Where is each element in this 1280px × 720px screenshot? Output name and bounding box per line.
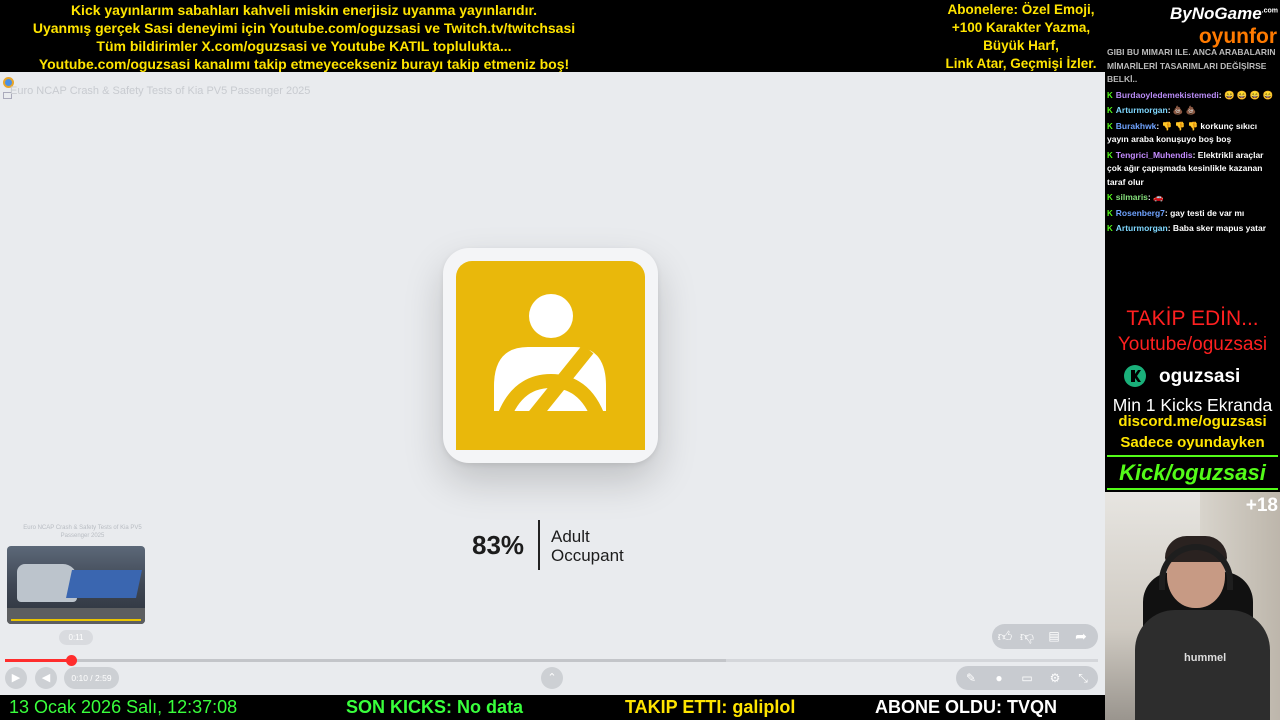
chat-message: K Arturmorgan: Baba sker mapus yatar: [1107, 222, 1279, 236]
miniplayer-icon[interactable]: ▭: [1017, 666, 1037, 690]
kick-badge-icon: K: [1107, 208, 1113, 218]
banner-left-line: Uyanmış gerçek Sasi deneyimi için Youtub…: [32, 20, 576, 36]
webcam-person-body: [1135, 610, 1270, 720]
chat-message: K Rosenberg7: gay testi de var mı: [1107, 207, 1279, 221]
chat-text: : 🚗: [1147, 192, 1164, 202]
progress-buffer: [5, 659, 726, 662]
autoplay-toggle-icon[interactable]: ●: [989, 666, 1009, 690]
play-icon: ▶: [11, 672, 21, 684]
chat-list: K Burdaoyledemekistemedi: 😄 😄 😄 😄 K Arturmo…: [1107, 89, 1279, 236]
ticker-subscriber: ABONE OLDU: TVQN: [875, 697, 1057, 717]
youtube-handle: Youtube/oguzsasi: [1117, 334, 1268, 355]
kick-badge-icon: K: [1107, 106, 1113, 115]
banner-right-line: +100 Karakter Yazma,: [951, 20, 1091, 35]
thumbnail-floor: [7, 608, 145, 624]
chat-message: K Burakhwk: 👎 👎 👎 korkunç sıkıcı yayın ar…: [1107, 120, 1279, 147]
chat-text: : 💩 💩: [1167, 105, 1197, 115]
bynogame-logo-sup: .com: [1261, 7, 1278, 15]
chat-username[interactable]: Arturmorgan: [1116, 223, 1168, 233]
volume-icon: ◀: [41, 672, 51, 684]
progress-knob[interactable]: [66, 655, 77, 666]
score-label-line1: Adult: [551, 527, 590, 546]
shirt-logo: hummel: [1184, 652, 1227, 664]
play-button[interactable]: ▶: [5, 667, 27, 689]
thumbs-up-icon[interactable]: 👍︎: [994, 624, 1016, 649]
chat-message: K Burdaoyledemekistemedi: 😄 😄 😄 😄: [1107, 89, 1279, 103]
kick-channel-banner: Kick/oguzsasi: [1107, 455, 1278, 490]
banner-left-line: Youtube.com/oguzsasi kanalımı takip etme…: [38, 56, 570, 72]
adult-occupant-card: [443, 248, 658, 463]
kick-badge-icon: K: [1107, 90, 1113, 100]
time-display: 0:10 / 2:59: [64, 667, 119, 689]
kick-icon: [1124, 365, 1146, 387]
kick-username: oguzsasi: [1159, 366, 1241, 387]
thumbnail-time: 0:11: [59, 630, 93, 645]
stream-sidebar: ByNoGame.com oyunfor GIBI BU MIMARI ILE.…: [1105, 0, 1280, 720]
only-in-game-text: Sadece oyundayken: [1120, 434, 1265, 451]
banner-left-line: Kick yayınlarım sabahları kahveli miskin…: [70, 2, 538, 18]
chat-message: Ksilmaris: 🚗: [1107, 191, 1279, 205]
score-divider: [538, 520, 540, 570]
kick-badge-icon: K: [1107, 193, 1113, 202]
gear-icon[interactable]: ⚙: [1045, 666, 1065, 690]
banner-right-line: Abonelere: Özel Emoji,: [947, 2, 1095, 17]
follow-call: TAKİP EDİN...: [1126, 307, 1259, 330]
comment-icon[interactable]: ▤: [1043, 624, 1065, 649]
kick-badge-icon: K: [1107, 150, 1113, 160]
volume-button[interactable]: ◀: [35, 667, 57, 689]
score-percent: 83%: [472, 530, 525, 560]
right-controls: ✎ ● ▭ ⚙ ⤡: [956, 666, 1098, 690]
progress-played: [5, 659, 71, 662]
chat-message: K Tengrici_Muhendis: Elektrikli araçlar ç…: [1107, 149, 1279, 190]
chat-message: K Arturmorgan: 💩 💩: [1107, 104, 1279, 118]
top-banner: Kick yayınlarım sabahları kahveli miskin…: [0, 0, 1105, 72]
score-label-line2: Occupant: [551, 546, 624, 565]
age-rating-badge: +18: [1245, 495, 1278, 516]
banner-right-line: Link Atar, Geçmişi İzler.: [945, 56, 1097, 71]
webcam-feed: hummel: [1105, 492, 1280, 720]
thumbnail-barrier: [66, 570, 142, 598]
video-title[interactable]: Euro NCAP Crash & Safety Tests of Kia PV…: [10, 85, 310, 97]
chat-username[interactable]: Rosenberg7: [1116, 208, 1165, 218]
video-player[interactable]: Euro NCAP Crash & Safety Tests of Kia PV…: [0, 72, 1105, 695]
discord-link: discord.me/oguzsasi: [1118, 413, 1267, 430]
pen-icon[interactable]: ✎: [961, 666, 981, 690]
chat-text: : Baba sker mapus yatar: [1167, 223, 1267, 233]
banner-right-text: Abonelere: Özel Emoji, +100 Karakter Yaz…: [936, 1, 1106, 73]
chat-username[interactable]: Burdaoyledemekistemedi: [1116, 90, 1219, 100]
chat-username[interactable]: Burakhwk: [1116, 121, 1157, 131]
bottom-ticker: 13 Ocak 2026 Salı, 12:37:08 SON KICKS: N…: [0, 695, 1105, 720]
chat-username[interactable]: Arturmorgan: [1116, 105, 1168, 115]
thumbnail-progress: [11, 619, 141, 621]
chevron-up-icon: ⌃: [547, 672, 557, 684]
kick-badge-icon: K: [1107, 121, 1113, 131]
bynogame-logo: ByNoGame.com: [1170, 4, 1278, 24]
banner-left-text: Kick yayınlarım sabahları kahveli miskin…: [0, 1, 608, 73]
ticker-date: 13 Ocak 2026 Salı, 12:37:08: [9, 697, 238, 717]
chat-username[interactable]: Tengrici_Muhendis: [1116, 150, 1193, 160]
chat-cut-message: GIBI BU MIMARI ILE. ANCA ARABALARIN MİMA…: [1107, 47, 1276, 84]
chat-panel: GIBI BU MIMARI ILE. ANCA ARABALARIN MİMA…: [1107, 46, 1279, 238]
expand-button[interactable]: ⌃: [541, 667, 563, 689]
action-buttons: 👍︎ 👎︎ ▤ ➦: [992, 624, 1098, 649]
seatbelt-occupant-icon: [456, 261, 645, 450]
banner-left-line: Tüm bildirimler X.com/oguzsasi ve Youtub…: [96, 38, 512, 54]
preview-thumbnail: [7, 546, 145, 624]
ticker-kicks: SON KICKS: No data: [346, 697, 524, 717]
exit-fullscreen-icon[interactable]: ⤡: [1073, 666, 1093, 690]
banner-right-line: Büyük Harf,: [983, 38, 1059, 53]
chat-text: : 😄 😄 😄 😄: [1218, 89, 1274, 100]
kick-badge-icon: K: [1107, 224, 1113, 233]
thumbnail-label: Euro NCAP Crash & Safety Tests of Kia PV…: [23, 525, 142, 539]
bynogame-logo-text: ByNoGame: [1170, 4, 1262, 23]
chat-text: : gay testi de var mı: [1164, 207, 1245, 218]
ticker-follow: TAKIP ETTI: galiplol: [625, 697, 796, 717]
share-icon[interactable]: ➦: [1070, 624, 1092, 649]
chat-username[interactable]: silmaris: [1116, 192, 1148, 202]
thumbs-down-icon[interactable]: 👎︎: [1016, 624, 1038, 649]
